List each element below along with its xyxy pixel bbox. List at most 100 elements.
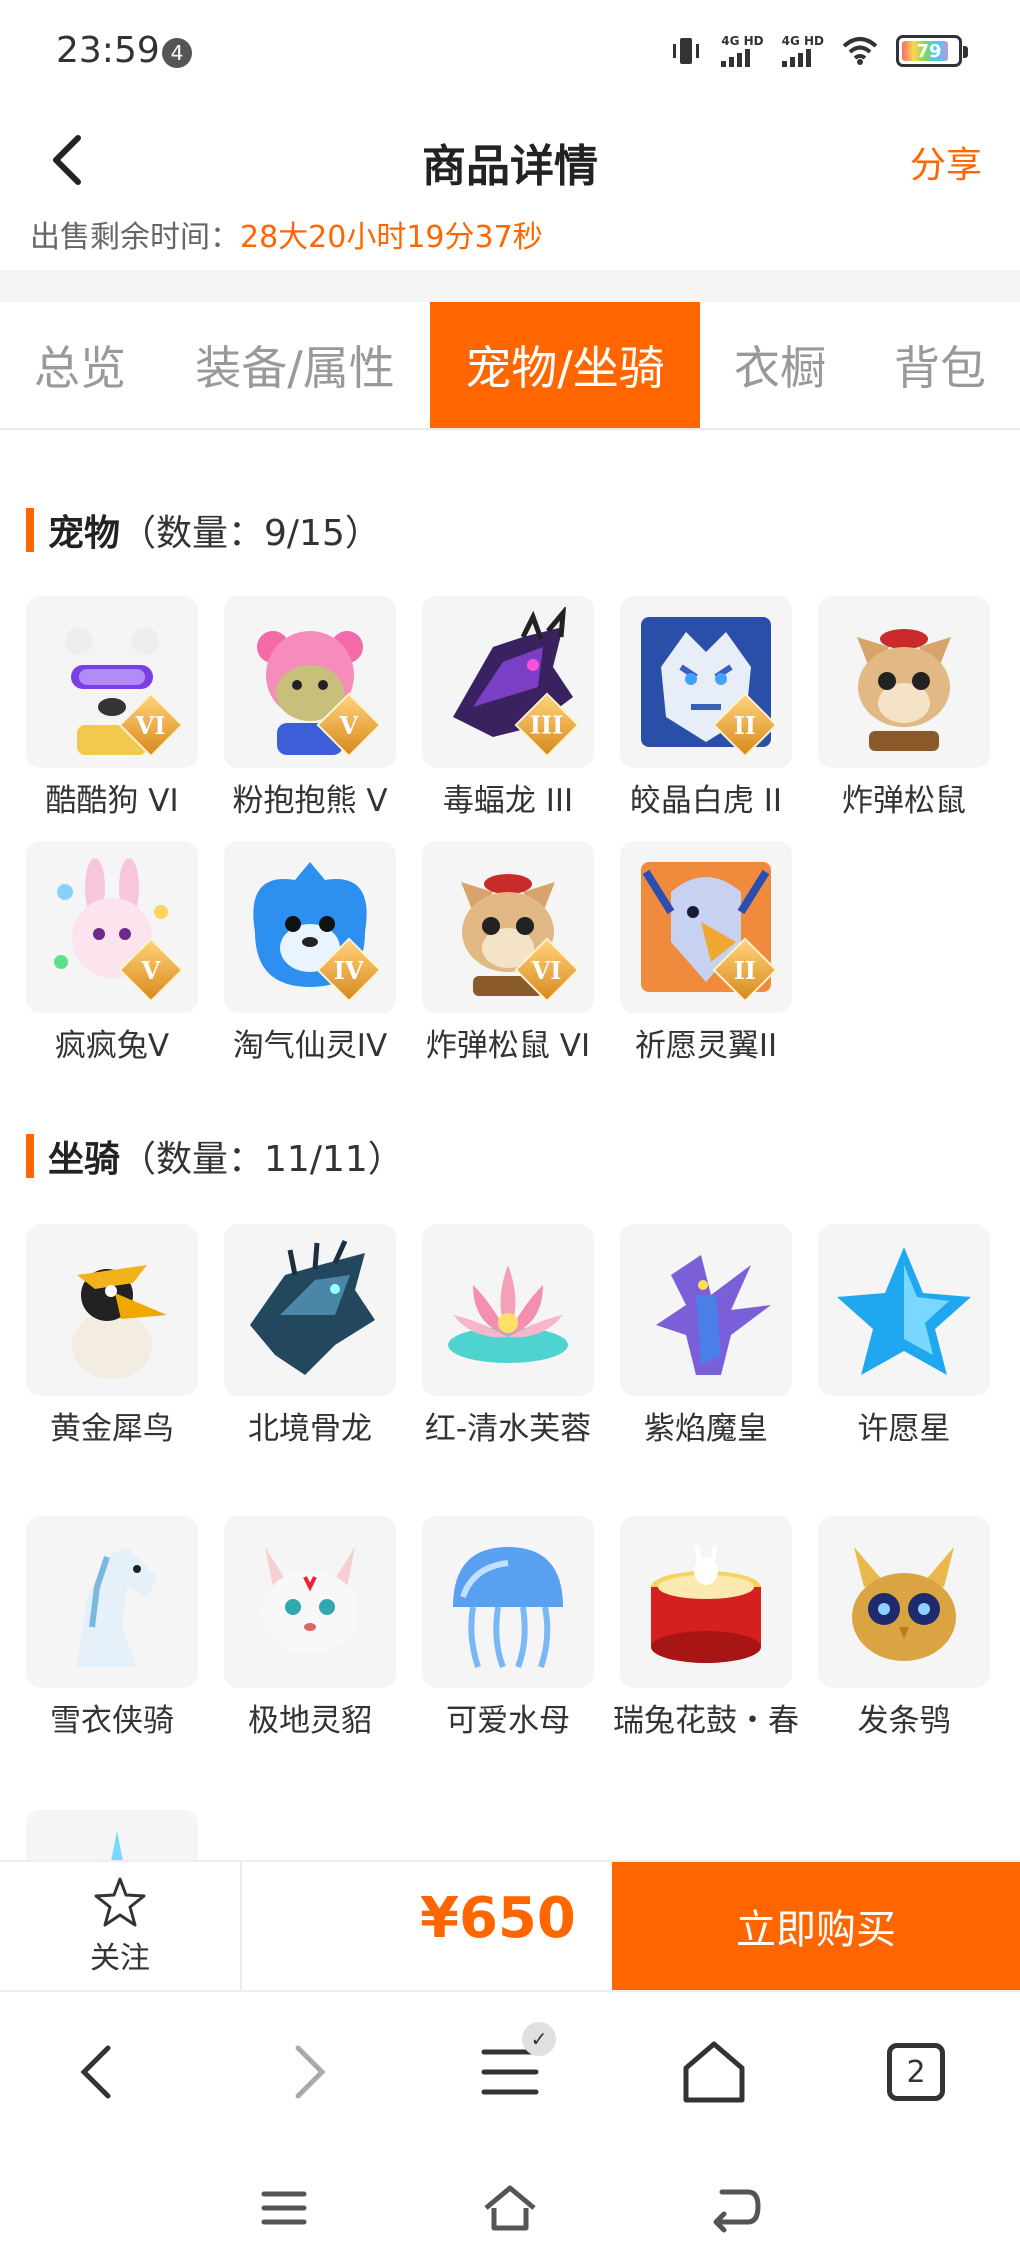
browser-back-button[interactable] [60, 2032, 140, 2112]
price: ¥650 [420, 1886, 576, 1951]
mount-item[interactable]: 许愿星 [818, 1224, 990, 1452]
star-icon [94, 1877, 146, 1927]
sim1-signal-icon: 4G HD [721, 35, 764, 67]
sale-countdown: 出售剩余时间：28大20小时19分37秒 [30, 212, 543, 256]
mounts-title: 坐骑 [48, 1139, 121, 1180]
lotus-icon [448, 1265, 568, 1363]
checkmark-icon: ✓ [522, 2022, 556, 2056]
page-title: 商品详情 [422, 141, 598, 192]
mount-item[interactable]: 瑞兔花鼓・春 [613, 1516, 799, 1744]
status-bar: 23:59 4 4G HD 4G HD 79 [0, 0, 1020, 110]
pets-count: （数量：9/15） [120, 513, 381, 554]
item-name: 炸弹松鼠 VI [425, 1028, 591, 1064]
mount-item[interactable] [26, 1810, 198, 1860]
item-name: 紫焰魔皇 [644, 1411, 768, 1447]
section-divider [0, 270, 1020, 302]
vibrate-icon [673, 38, 700, 64]
browser-tabs-button[interactable]: 2 [876, 2032, 956, 2112]
pet-item[interactable]: V 粉抱抱熊 V [224, 596, 396, 824]
jellyfish-icon [453, 1547, 563, 1669]
header: 商品详情 分享 [0, 110, 1020, 210]
tab-equipment[interactable]: 装备/属性 [160, 302, 430, 428]
item-name: 炸弹松鼠 [842, 783, 966, 819]
mount-item[interactable]: 黄金犀鸟 [26, 1224, 198, 1452]
countdown-label: 出售剩余时间： [30, 220, 240, 255]
wifi-icon [842, 37, 878, 65]
browser-forward-button[interactable] [266, 2032, 346, 2112]
hornbill-icon [72, 1265, 167, 1379]
item-name: 疯疯兔V [54, 1028, 170, 1064]
share-button[interactable]: 分享 [910, 136, 982, 188]
item-name: 祈愿灵翼II [634, 1028, 778, 1064]
chevron-right-icon [295, 2045, 326, 2099]
tab-backpack[interactable]: 背包 [860, 302, 1020, 428]
item-name: 北境骨龙 [248, 1411, 372, 1447]
item-name: 红-清水芙蓉 [424, 1411, 592, 1447]
follow-label: 关注 [90, 1941, 150, 1976]
item-name: 可爱水母 [446, 1703, 570, 1739]
recent-apps-icon[interactable] [254, 2178, 314, 2238]
back-icon[interactable] [706, 2178, 766, 2238]
pets-section-title: 宠物 （数量：9/15） [26, 504, 381, 556]
tab-overview[interactable]: 总览 [0, 302, 160, 428]
status-time: 23:59 [56, 30, 160, 71]
buy-now-button[interactable]: 立即购买 [612, 1862, 1020, 1990]
item-name: 瑞兔花鼓・春 [613, 1703, 799, 1739]
red-drum-icon [651, 1544, 761, 1663]
owl-icon [852, 1547, 956, 1661]
notification-badge: 4 [162, 38, 192, 68]
item-name: 皎晶白虎 II [629, 783, 783, 819]
follow-button[interactable]: 关注 [0, 1862, 242, 1990]
action-bar: 关注 ¥650 立即购买 [0, 1860, 1020, 1990]
browser-home-button[interactable] [674, 2032, 754, 2112]
item-name: 粉抱抱熊 V [232, 783, 388, 819]
item-name: 雪衣侠骑 [50, 1703, 174, 1739]
pet-item[interactable]: VI 炸弹松鼠 VI [422, 841, 594, 1069]
status-icons: 4G HD 4G HD 79 [669, 34, 968, 68]
partial-mount-icon [111, 1831, 123, 1860]
item-name: 黄金犀鸟 [50, 1411, 174, 1447]
pet-item[interactable]: II 祈愿灵翼II [620, 841, 792, 1069]
mount-item[interactable]: 可爱水母 [422, 1516, 594, 1744]
white-fox-icon [262, 1547, 358, 1654]
item-name: 许愿星 [857, 1411, 951, 1447]
item-name: 发条鸮 [857, 1703, 951, 1739]
browser-menu-button[interactable]: ✓ [470, 2022, 556, 2112]
pet-item[interactable]: VI 酷酷狗 VI [26, 596, 198, 824]
item-name: 酷酷狗 VI [45, 783, 179, 819]
mounts-section-title: 坐骑 （数量：11/11） [26, 1130, 404, 1182]
pets-title: 宠物 [48, 513, 121, 554]
pet-item[interactable]: 炸弹松鼠 [818, 596, 990, 824]
tab-count: 2 [887, 2043, 945, 2101]
browser-nav: ✓ 2 [0, 1990, 1020, 2150]
battery-icon: 79 [896, 35, 968, 67]
home-icon [683, 2041, 745, 2103]
mount-item[interactable]: 紫焰魔皇 [620, 1224, 792, 1452]
home-icon[interactable] [480, 2178, 540, 2238]
purple-phoenix-icon [656, 1255, 771, 1375]
item-name: 毒蝠龙 III [442, 783, 574, 819]
squirrel-icon [857, 629, 951, 751]
pet-item[interactable]: V 疯疯兔V [26, 841, 198, 1069]
bone-dragon-icon [250, 1239, 375, 1375]
system-nav [0, 2150, 1020, 2267]
sim2-signal-icon: 4G HD [781, 35, 824, 67]
mount-item[interactable]: 极地灵貂 [224, 1516, 396, 1744]
countdown-value: 28大20小时19分37秒 [240, 220, 543, 255]
pet-item[interactable]: II 皎晶白虎 II [620, 596, 792, 824]
tab-pets-mounts[interactable]: 宠物/坐骑 [430, 302, 700, 428]
blue-star-icon [837, 1247, 971, 1375]
mount-item[interactable]: 雪衣侠骑 [26, 1516, 198, 1744]
pet-item[interactable]: III 毒蝠龙 III [422, 596, 594, 824]
tab-bar: 总览 装备/属性 宠物/坐骑 衣橱 背包 [0, 302, 1020, 430]
chevron-left-icon [80, 2045, 111, 2099]
white-horse-icon [77, 1547, 157, 1667]
pet-item[interactable]: IV 淘气仙灵IV [224, 841, 396, 1069]
item-name: 极地灵貂 [248, 1703, 372, 1739]
mounts-count: （数量：11/11） [120, 1139, 404, 1180]
mount-item[interactable]: 红-清水芙蓉 [422, 1224, 594, 1452]
mount-item[interactable]: 北境骨龙 [224, 1224, 396, 1452]
tab-wardrobe[interactable]: 衣橱 [700, 302, 860, 428]
mount-item[interactable]: 发条鸮 [818, 1516, 990, 1744]
item-name: 淘气仙灵IV [232, 1028, 388, 1064]
